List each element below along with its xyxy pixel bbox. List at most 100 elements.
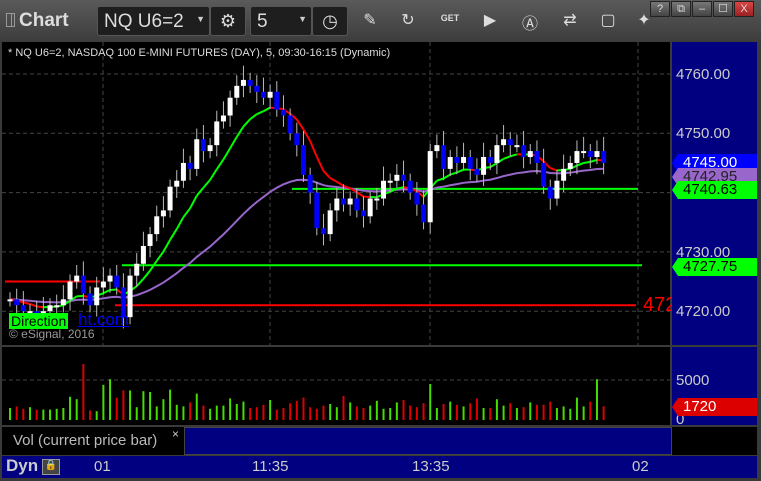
ma-fast-segment [135, 278, 145, 287]
ma-fast-segment [583, 160, 591, 164]
volume-tag: 1720 [672, 398, 757, 416]
price-axis[interactable]: 4760.00 4750.00 4730.00 4720.00 4745.00 … [672, 42, 757, 345]
candle-body [494, 145, 500, 163]
window-title: Chart [19, 10, 69, 31]
volume-axis: 5000 0 1720 [672, 347, 757, 428]
ma-fast-segment [549, 167, 558, 172]
ma-fast-segment [456, 168, 464, 174]
alert-icon[interactable]: Ⓐ [520, 10, 540, 34]
ma-fast-segment [189, 195, 198, 209]
candle-body [160, 210, 166, 217]
candle-body [194, 139, 200, 169]
close-study-icon[interactable]: × [172, 427, 179, 441]
candle-body [254, 85, 260, 92]
ma-fast-segment [162, 239, 171, 253]
candle-body [74, 275, 80, 282]
candle-body [307, 174, 313, 193]
candle-body [541, 162, 547, 187]
ma-fast-segment [242, 118, 251, 128]
interval-dropdown[interactable]: 5 ▼ [250, 6, 312, 36]
candle-body [60, 299, 66, 306]
comment-icon[interactable]: ▢ [598, 10, 618, 30]
play-icon[interactable]: ▶ [480, 10, 500, 30]
candle-body [527, 151, 533, 158]
get-icon[interactable]: GET [440, 13, 460, 23]
ma-fast-segment [142, 270, 151, 280]
ma-fast-segment [235, 126, 245, 138]
symbol-dropdown[interactable]: NQ U6=2 ▼ [97, 6, 210, 36]
link-icon[interactable]: ⇄ [560, 10, 580, 30]
maximize-button[interactable]: ☐ [713, 1, 733, 17]
candle-body [394, 174, 400, 181]
clock-icon: ◷ [322, 11, 338, 31]
ma-fast-segment [155, 251, 165, 262]
candle-body [601, 151, 607, 163]
level-tag: 4727.75 [672, 258, 757, 276]
candle-body [140, 245, 146, 264]
ma-fast-segment [229, 136, 238, 149]
ma-fast-segment [443, 173, 451, 180]
candle-body [180, 162, 186, 181]
candle-body [461, 157, 467, 163]
candle-body [200, 139, 206, 152]
ma-fast-segment [503, 155, 511, 160]
ma-fast-segment [590, 158, 598, 163]
candle-body [447, 157, 453, 169]
candle-body [187, 162, 193, 169]
popout-button[interactable]: ⧉ [671, 1, 691, 17]
candle-body [154, 216, 160, 235]
price-chart[interactable]: * NQ U6=2, NASDAQ 100 E-MINI FUTURES (DA… [2, 42, 676, 345]
candle-body [507, 139, 513, 146]
ma-fast-segment [209, 168, 218, 181]
candle-body [354, 198, 360, 211]
candle-body [94, 287, 100, 306]
candle-body [387, 180, 393, 183]
candle-body [467, 157, 473, 169]
refresh-chart-icon[interactable]: ↻ [398, 10, 418, 30]
candle-body [341, 198, 346, 205]
candle-body [80, 275, 86, 294]
candle-body [47, 305, 53, 312]
help-button[interactable]: ? [650, 1, 670, 17]
candle-body [14, 299, 20, 306]
volume-pane[interactable] [2, 347, 670, 425]
candle-body [7, 299, 13, 302]
ma-fast-segment [195, 186, 205, 197]
ma-fast-segment [262, 106, 271, 113]
ma-fast-segment [336, 180, 345, 187]
candle-body [227, 97, 233, 116]
volume-label: 5000 [676, 372, 710, 389]
ma-fast-segment [29, 303, 38, 308]
title-bar: Chart NQ U6=2 ▼ ⚙ 5 ▼ ◷ ✎ ↻ GET ▶ Ⓐ ⇄ ▢ ✦ … [0, 0, 761, 42]
pencil-icon[interactable]: ✎ [360, 10, 380, 30]
ma-fast-segment [436, 177, 444, 182]
candle-body [147, 234, 153, 246]
candle-body [134, 263, 140, 276]
candle-body [114, 275, 120, 288]
time-template-button[interactable]: ◷ [312, 6, 348, 36]
time-label: 02 [632, 458, 649, 475]
close-button[interactable]: X [734, 1, 754, 17]
ma-fast-segment [489, 162, 498, 168]
chart-info: * NQ U6=2, NASDAQ 100 E-MINI FUTURES (DA… [8, 47, 391, 59]
ma-fast-segment [175, 216, 185, 230]
minimize-button[interactable]: – [692, 1, 712, 17]
candle-body [407, 180, 413, 193]
ma-fast-segment [36, 305, 44, 309]
candle-body [481, 157, 487, 175]
candle-body [374, 198, 380, 201]
candle-body [327, 210, 333, 235]
candle-body [247, 79, 253, 86]
time-axis[interactable]: Dyn 🔒 01 11:35 13:35 02 [2, 456, 757, 478]
candle-body [501, 139, 507, 146]
price-label: 4720.00 [676, 303, 731, 320]
settings-button[interactable]: ⚙ [210, 6, 246, 36]
study-label-row: Vol (current price bar) × [2, 427, 757, 455]
lock-clock-icon[interactable]: 🔒 [42, 459, 60, 475]
ma-fast-segment [449, 171, 458, 176]
candle-body [381, 180, 387, 199]
ma-fast-segment [315, 156, 325, 172]
drag-grip-icon[interactable] [11, 13, 15, 27]
candle-body [54, 305, 60, 308]
candle-body [100, 281, 106, 288]
